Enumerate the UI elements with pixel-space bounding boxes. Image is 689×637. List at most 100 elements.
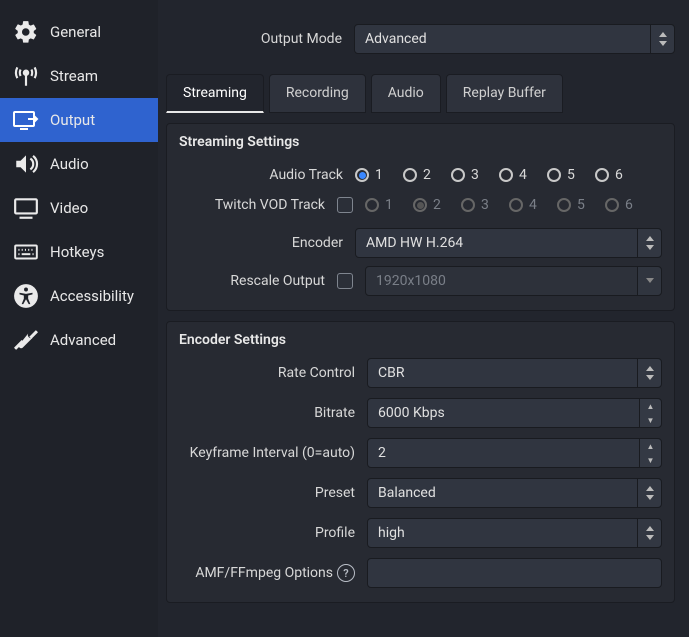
accessibility-icon: [12, 282, 40, 310]
audio-track-1-radio[interactable]: [355, 168, 369, 182]
antenna-icon: [12, 62, 40, 90]
audio-track-5-label: 5: [567, 167, 581, 183]
twitch-vod-group: 1 2 3 4 5 6: [365, 197, 647, 213]
twitch-vod-1-radio: [365, 198, 379, 212]
twitch-vod-label: Twitch VOD Track: [179, 197, 329, 213]
audio-track-5-radio[interactable]: [547, 168, 561, 182]
tab-audio[interactable]: Audio: [371, 74, 441, 113]
updown-icon: [637, 359, 661, 387]
twitch-vod-3-label: 3: [481, 197, 495, 213]
tab-recording[interactable]: Recording: [269, 74, 366, 113]
sidebar-item-hotkeys[interactable]: Hotkeys: [0, 230, 158, 274]
encoder-value: AMD HW H.264: [366, 235, 463, 251]
spin-down-icon[interactable]: ▼: [640, 453, 661, 467]
output-mode-label: Output Mode: [166, 31, 346, 47]
audio-track-1-label: 1: [375, 167, 389, 183]
audio-track-2-radio[interactable]: [403, 168, 417, 182]
rescale-value: 1920x1080: [376, 273, 446, 289]
streaming-settings-panel: Streaming Settings Audio Track 1 2 3 4 5…: [166, 123, 675, 311]
sidebar-item-label: General: [50, 23, 101, 41]
twitch-vod-5-label: 5: [577, 197, 591, 213]
keyframe-input[interactable]: 2 ▲▼: [367, 438, 662, 468]
spin-up-icon[interactable]: ▲: [640, 439, 661, 453]
audio-track-4-radio[interactable]: [499, 168, 513, 182]
sidebar: General Stream Output Audio Video Hotkey…: [0, 0, 158, 637]
sidebar-item-stream[interactable]: Stream: [0, 54, 158, 98]
twitch-vod-4-radio: [509, 198, 523, 212]
amf-input[interactable]: [367, 558, 662, 588]
spin-buttons[interactable]: ▲▼: [639, 439, 661, 467]
spin-down-icon[interactable]: ▼: [640, 413, 661, 427]
streaming-settings-title: Streaming Settings: [179, 134, 662, 150]
twitch-vod-1-label: 1: [385, 197, 399, 213]
rate-control-select[interactable]: CBR: [367, 358, 662, 388]
sidebar-item-output[interactable]: Output: [0, 98, 158, 142]
sidebar-item-label: Audio: [50, 155, 89, 173]
output-mode-value: Advanced: [365, 31, 427, 47]
rescale-select: 1920x1080: [365, 266, 662, 296]
output-mode-select[interactable]: Advanced: [354, 24, 675, 54]
audio-track-6-radio[interactable]: [595, 168, 609, 182]
profile-select[interactable]: high: [367, 518, 662, 548]
gear-icon: [12, 18, 40, 46]
output-icon: [12, 106, 40, 134]
amf-label-wrap: AMF/FFmpeg Options ?: [179, 564, 359, 582]
sidebar-item-label: Stream: [50, 67, 98, 85]
spin-buttons[interactable]: ▲▼: [639, 399, 661, 427]
twitch-vod-2-label: 2: [433, 197, 447, 213]
twitch-vod-6-label: 6: [625, 197, 639, 213]
bitrate-value: 6000 Kbps: [378, 405, 445, 421]
help-icon[interactable]: ?: [337, 564, 355, 582]
keyframe-label: Keyframe Interval (0=auto): [179, 445, 359, 461]
spin-up-icon[interactable]: ▲: [640, 399, 661, 413]
sidebar-item-label: Video: [50, 199, 88, 217]
amf-label: AMF/FFmpeg Options: [195, 565, 333, 581]
twitch-vod-2-radio: [413, 198, 427, 212]
audio-track-3-label: 3: [471, 167, 485, 183]
encoder-label: Encoder: [179, 235, 347, 251]
encoder-settings-title: Encoder Settings: [179, 332, 662, 348]
tools-icon: [12, 326, 40, 354]
updown-icon: [637, 519, 661, 547]
twitch-vod-checkbox[interactable]: [337, 197, 353, 213]
audio-track-6-label: 6: [615, 167, 629, 183]
twitch-vod-3-radio: [461, 198, 475, 212]
sidebar-item-audio[interactable]: Audio: [0, 142, 158, 186]
sidebar-item-accessibility[interactable]: Accessibility: [0, 274, 158, 318]
rate-control-label: Rate Control: [179, 365, 359, 381]
audio-track-group: 1 2 3 4 5 6: [355, 167, 637, 183]
twitch-vod-4-label: 4: [529, 197, 543, 213]
chevron-down-icon: [637, 267, 661, 295]
audio-track-label: Audio Track: [179, 167, 347, 183]
bitrate-label: Bitrate: [179, 405, 359, 421]
main-panel: Output Mode Advanced Streaming Recording…: [158, 0, 689, 637]
profile-label: Profile: [179, 525, 359, 541]
keyframe-value: 2: [378, 445, 386, 461]
sidebar-item-label: Accessibility: [50, 287, 134, 305]
speaker-icon: [12, 150, 40, 178]
updown-icon: [650, 25, 674, 53]
audio-track-4-label: 4: [519, 167, 533, 183]
sidebar-item-label: Hotkeys: [50, 243, 104, 261]
sidebar-item-advanced[interactable]: Advanced: [0, 318, 158, 362]
preset-value: Balanced: [378, 485, 436, 501]
preset-select[interactable]: Balanced: [367, 478, 662, 508]
twitch-vod-5-radio: [557, 198, 571, 212]
sidebar-item-video[interactable]: Video: [0, 186, 158, 230]
sidebar-item-general[interactable]: General: [0, 10, 158, 54]
preset-label: Preset: [179, 485, 359, 501]
audio-track-2-label: 2: [423, 167, 437, 183]
rescale-checkbox[interactable]: [337, 273, 353, 289]
tab-replay-buffer[interactable]: Replay Buffer: [446, 74, 563, 113]
updown-icon: [637, 229, 661, 257]
monitor-icon: [12, 194, 40, 222]
tab-streaming[interactable]: Streaming: [166, 74, 264, 113]
audio-track-3-radio[interactable]: [451, 168, 465, 182]
encoder-settings-panel: Encoder Settings Rate Control CBR Bitrat…: [166, 321, 675, 603]
twitch-vod-6-radio: [605, 198, 619, 212]
sidebar-item-label: Output: [50, 111, 95, 129]
bitrate-input[interactable]: 6000 Kbps ▲▼: [367, 398, 662, 428]
output-tabs: Streaming Recording Audio Replay Buffer: [166, 74, 675, 113]
profile-value: high: [378, 525, 405, 541]
encoder-select[interactable]: AMD HW H.264: [355, 228, 662, 258]
